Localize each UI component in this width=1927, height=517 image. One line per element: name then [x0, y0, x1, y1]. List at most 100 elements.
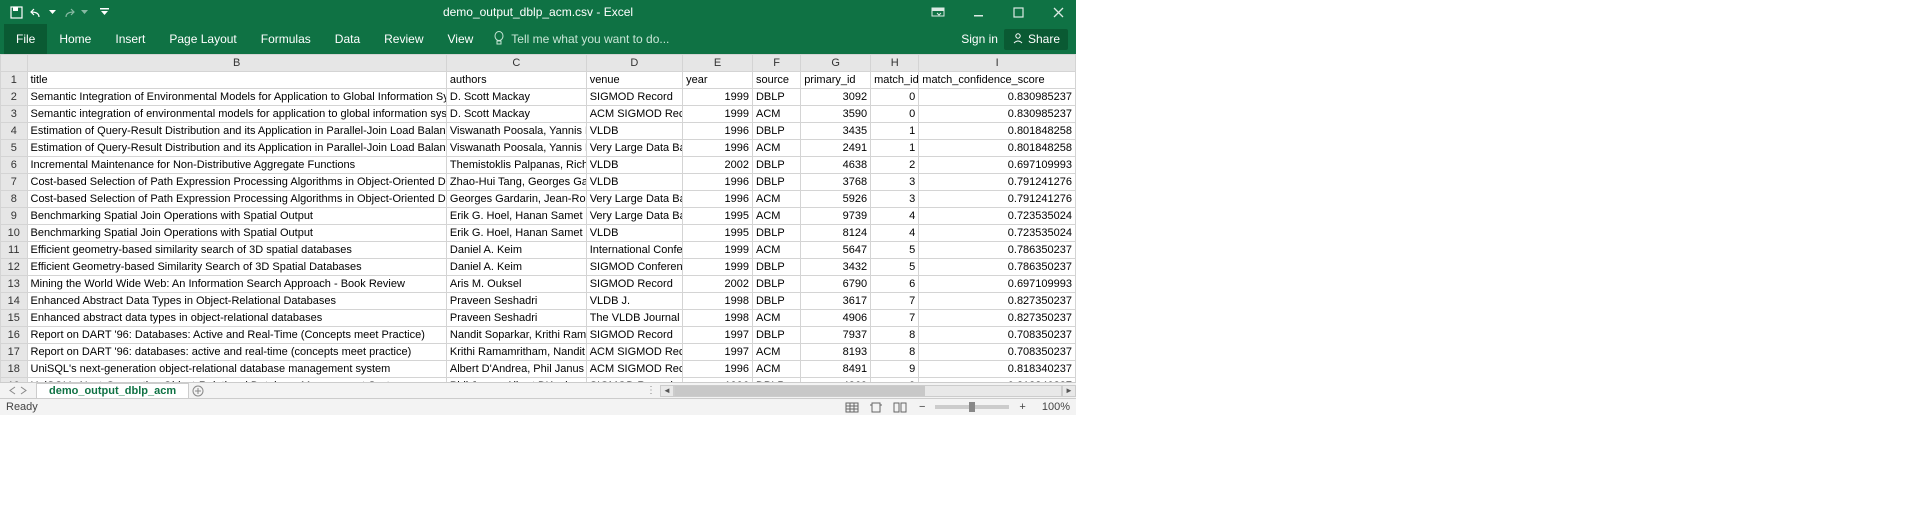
ribbon-options-icon[interactable] [924, 2, 952, 22]
cell[interactable]: 7937 [801, 327, 871, 344]
cell[interactable]: ACM [752, 140, 800, 157]
tab-home[interactable]: Home [47, 24, 103, 54]
row-header[interactable]: 18 [1, 361, 28, 378]
cell[interactable]: 8193 [801, 344, 871, 361]
dropdown-icon[interactable] [80, 4, 88, 20]
cell[interactable]: 0.827350237 [919, 293, 1076, 310]
cell[interactable]: VLDB [586, 123, 682, 140]
cell[interactable]: 6790 [801, 276, 871, 293]
row-header[interactable]: 10 [1, 225, 28, 242]
row-header[interactable]: 15 [1, 310, 28, 327]
cell[interactable]: 4638 [801, 157, 871, 174]
cell[interactable]: 1999 [683, 242, 753, 259]
cell[interactable]: Krithi Ramamritham, Nandit Soparkar [446, 344, 586, 361]
cell[interactable]: 8 [871, 327, 919, 344]
row-header[interactable]: 2 [1, 89, 28, 106]
cell[interactable]: 2 [871, 157, 919, 174]
cell[interactable]: Efficient geometry-based similarity sear… [27, 242, 446, 259]
cell[interactable]: 0.791241276 [919, 191, 1076, 208]
undo-icon[interactable] [28, 4, 44, 20]
cell[interactable]: Praveen Seshadri [446, 310, 586, 327]
col-header[interactable]: G [801, 55, 871, 72]
cell[interactable]: Cost-based Selection of Path Expression … [27, 174, 446, 191]
spreadsheet-grid[interactable]: BCDEFGHI 1titleauthorsvenueyearsourcepri… [0, 54, 1076, 382]
cell[interactable]: DBLP [752, 157, 800, 174]
share-button[interactable]: Share [1004, 29, 1068, 50]
cell[interactable]: year [683, 72, 753, 89]
cell[interactable]: ACM [752, 361, 800, 378]
cell[interactable]: 1998 [683, 310, 753, 327]
cell[interactable]: 4906 [801, 310, 871, 327]
cell[interactable]: 0.830985237 [919, 89, 1076, 106]
cell[interactable]: 0 [871, 89, 919, 106]
scroll-left-icon[interactable]: ◄ [660, 385, 674, 397]
row-header[interactable]: 7 [1, 174, 28, 191]
cell[interactable]: ACM [752, 191, 800, 208]
cell[interactable]: DBLP [752, 293, 800, 310]
cell[interactable]: 4 [871, 208, 919, 225]
maximize-icon[interactable] [1004, 2, 1032, 22]
cell[interactable]: venue [586, 72, 682, 89]
tab-data[interactable]: Data [323, 24, 372, 54]
row-header[interactable]: 9 [1, 208, 28, 225]
cell[interactable]: Erik G. Hoel, Hanan Samet [446, 208, 586, 225]
cell[interactable]: ACM [752, 106, 800, 123]
cell[interactable]: 0.786350237 [919, 259, 1076, 276]
cell[interactable]: 9 [871, 361, 919, 378]
tab-file[interactable]: File [4, 24, 47, 54]
zoom-in-button[interactable]: + [1015, 401, 1029, 413]
cell[interactable]: Enhanced abstract data types in object-r… [27, 310, 446, 327]
cell[interactable]: 1996 [683, 191, 753, 208]
sign-in-link[interactable]: Sign in [961, 32, 998, 46]
cell[interactable]: Estimation of Query-Result Distribution … [27, 140, 446, 157]
cell[interactable]: 1999 [683, 89, 753, 106]
row-header[interactable]: 6 [1, 157, 28, 174]
cell[interactable]: DBLP [752, 89, 800, 106]
cell[interactable]: Semantic integration of environmental mo… [27, 106, 446, 123]
sheet-tab-active[interactable]: demo_output_dblp_acm [36, 383, 189, 399]
redo-icon[interactable] [60, 4, 76, 20]
cell[interactable]: 1996 [683, 174, 753, 191]
cell[interactable]: 3 [871, 191, 919, 208]
scroll-right-icon[interactable]: ► [1062, 385, 1076, 397]
cell[interactable]: SIGMOD Record [586, 327, 682, 344]
save-icon[interactable] [8, 4, 24, 20]
row-header[interactable]: 16 [1, 327, 28, 344]
cell[interactable]: Zhao-Hui Tang, Georges Gardarin [446, 174, 586, 191]
cell[interactable]: 8124 [801, 225, 871, 242]
row-header[interactable]: 17 [1, 344, 28, 361]
row-header[interactable]: 4 [1, 123, 28, 140]
col-header[interactable]: F [752, 55, 800, 72]
cell[interactable]: Report on DART '96: databases: active an… [27, 344, 446, 361]
col-header[interactable]: C [446, 55, 586, 72]
cell[interactable]: 1996 [683, 123, 753, 140]
cell[interactable]: ACM [752, 208, 800, 225]
cell[interactable]: 3432 [801, 259, 871, 276]
zoom-thumb[interactable] [969, 402, 975, 412]
minimize-icon[interactable] [964, 2, 992, 22]
zoom-slider[interactable] [935, 405, 1009, 409]
add-sheet-button[interactable] [189, 383, 207, 399]
cell[interactable]: 0.830985237 [919, 106, 1076, 123]
dropdown-icon[interactable] [48, 4, 56, 20]
view-normal-icon[interactable] [843, 400, 861, 414]
cell[interactable]: Enhanced Abstract Data Types in Object-R… [27, 293, 446, 310]
cell[interactable]: 5647 [801, 242, 871, 259]
row-header[interactable]: 13 [1, 276, 28, 293]
cell[interactable]: VLDB [586, 225, 682, 242]
cell[interactable]: UniSQL's next-generation object-relation… [27, 361, 446, 378]
cell[interactable]: Albert D'Andrea, Phil Janus [446, 361, 586, 378]
cell[interactable]: Viswanath Poosala, Yannis E. Ioannidis [446, 123, 586, 140]
cell[interactable]: 0.697109993 [919, 157, 1076, 174]
cell[interactable]: 1 [871, 140, 919, 157]
cell[interactable]: match_id [871, 72, 919, 89]
cell[interactable]: 3435 [801, 123, 871, 140]
cell[interactable]: 0.801848258 [919, 140, 1076, 157]
row-header[interactable]: 1 [1, 72, 28, 89]
customize-qat-icon[interactable] [96, 4, 112, 20]
cell[interactable]: Benchmarking Spatial Join Operations wit… [27, 208, 446, 225]
row-header[interactable]: 3 [1, 106, 28, 123]
cell[interactable]: 3768 [801, 174, 871, 191]
cell[interactable]: 1 [871, 123, 919, 140]
cell[interactable]: 0.723535024 [919, 225, 1076, 242]
